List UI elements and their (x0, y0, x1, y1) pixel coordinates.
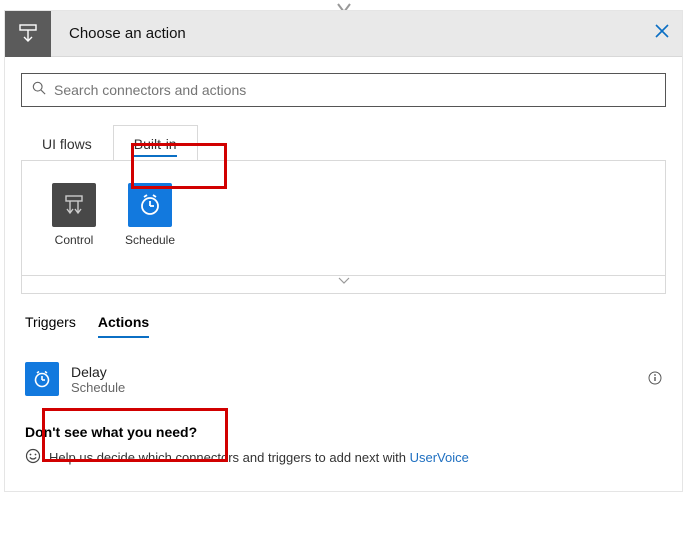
tab-ui-flows[interactable]: UI flows (21, 125, 113, 161)
search-input[interactable] (54, 82, 655, 98)
collapse-toggle[interactable] (21, 276, 666, 294)
smiley-icon (25, 448, 41, 467)
category-tabs: UI flows Built-in (21, 125, 666, 161)
trigger-action-tabs: Triggers Actions (21, 314, 666, 338)
tab-built-in[interactable]: Built-in (113, 125, 198, 161)
action-text: Delay Schedule (71, 364, 648, 395)
action-title: Delay (71, 364, 648, 380)
connector-schedule[interactable]: Schedule (120, 183, 180, 247)
panel-header-icon (5, 11, 51, 57)
control-icon (52, 183, 96, 227)
connector-label: Control (44, 233, 104, 247)
help-section: Don't see what you need? Help us decide … (21, 424, 666, 467)
flow-arrow-down (0, 0, 687, 10)
panel-header: Choose an action (5, 11, 682, 57)
search-box[interactable] (21, 73, 666, 107)
search-icon (32, 81, 46, 100)
connectors-area: Control Schedule (21, 160, 666, 276)
tab-triggers[interactable]: Triggers (25, 314, 76, 338)
uservoice-link[interactable]: UserVoice (410, 450, 469, 465)
help-question: Don't see what you need? (25, 424, 662, 440)
choose-action-panel: Choose an action UI flows Built-in (4, 10, 683, 492)
action-delay[interactable]: Delay Schedule (21, 360, 666, 398)
clock-icon (25, 362, 59, 396)
panel-title: Choose an action (51, 25, 642, 42)
connector-label: Schedule (120, 233, 180, 247)
tab-actions[interactable]: Actions (98, 314, 149, 338)
action-subtitle: Schedule (71, 380, 648, 395)
connector-control[interactable]: Control (44, 183, 104, 247)
info-icon[interactable] (648, 371, 662, 388)
schedule-icon (128, 183, 172, 227)
close-icon[interactable] (642, 23, 682, 44)
help-text: Help us decide which connectors and trig… (49, 450, 469, 465)
